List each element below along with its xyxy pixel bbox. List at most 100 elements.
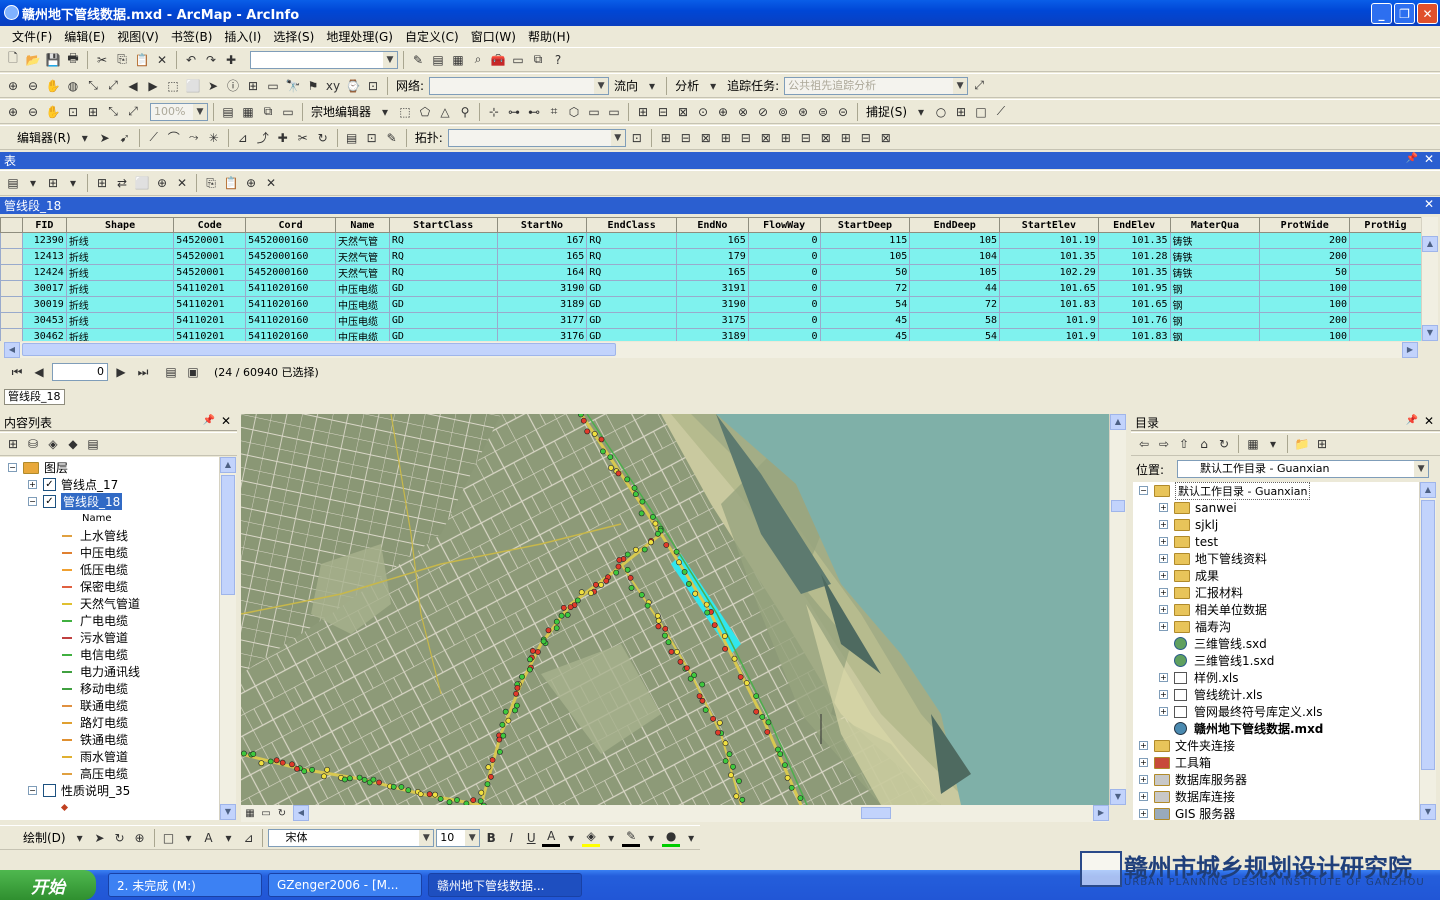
zoom-percent-combo[interactable]: 100% ▼ — [150, 102, 208, 121]
georef-6-icon[interactable]: ⊗ — [734, 103, 752, 121]
menu-view[interactable]: 视图(V) — [111, 28, 165, 45]
table-row[interactable]: 12413 折线 54520001 5452000160 天然气管 RQ 165 RQ 179 0… — [0, 248, 1422, 265]
table-cell[interactable]: 45 — [819, 328, 911, 341]
close-layer-table-icon[interactable]: ✕ — [1424, 197, 1434, 211]
straight-segment-icon[interactable]: ⟋ — [145, 129, 163, 147]
table-cell[interactable]: 5411020160 — [245, 280, 336, 297]
pipe-point-marker[interactable] — [470, 797, 477, 803]
row-header[interactable] — [0, 280, 23, 297]
table-cell[interactable]: 5452000160 — [245, 248, 336, 265]
topology-11-icon[interactable]: ⊞ — [837, 129, 855, 147]
topology-10-icon[interactable]: ⊠ — [817, 129, 835, 147]
pipe-point-marker[interactable] — [662, 625, 669, 632]
record-number-input[interactable]: 0 — [52, 363, 108, 381]
legend-item[interactable]: 广电电缆 — [0, 612, 220, 629]
pipe-point-marker[interactable] — [273, 757, 280, 764]
undo-icon[interactable]: ↶ — [182, 51, 200, 69]
expand-icon[interactable]: + — [1159, 707, 1168, 716]
table-cell[interactable] — [1349, 232, 1422, 249]
table-vertical-scrollbar[interactable]: ▲ ▼ — [1421, 217, 1438, 341]
topology-3-icon[interactable]: ⊟ — [677, 129, 695, 147]
pipe-point-marker[interactable] — [584, 428, 591, 435]
table-cell[interactable]: 3190 — [676, 296, 749, 313]
column-header[interactable]: StartElev — [999, 217, 1099, 233]
toc-options-icon[interactable]: ▤ — [84, 435, 102, 453]
editor-menu[interactable]: 编辑器(R) — [14, 129, 74, 146]
pipe-point-marker[interactable] — [437, 795, 444, 802]
line-color-dropdown-icon[interactable]: ▾ — [642, 829, 660, 847]
table-cell[interactable]: 101.83 — [999, 296, 1099, 313]
pipe-point-marker[interactable] — [289, 761, 295, 768]
scroll-up-icon[interactable]: ▲ — [1420, 482, 1436, 498]
fill-color-icon[interactable]: ◈ — [582, 829, 601, 847]
pipe-point-marker[interactable] — [502, 708, 509, 715]
time-slider-icon[interactable]: ⌚ — [344, 77, 362, 95]
table-cell[interactable]: RQ — [586, 232, 677, 249]
pipe-point-marker[interactable] — [370, 776, 377, 783]
table-cell[interactable]: 104 — [909, 248, 1001, 265]
pipe-point-marker[interactable] — [356, 774, 363, 781]
parcel-construct-icon[interactable]: △ — [436, 103, 454, 121]
table-cell[interactable]: 101.65 — [999, 280, 1099, 297]
expand-icon[interactable]: + — [1139, 792, 1148, 801]
georef-7-icon[interactable]: ⊘ — [754, 103, 772, 121]
pipe-point-marker[interactable] — [722, 758, 729, 764]
pipe-point-marker[interactable] — [534, 649, 541, 655]
select-elements-draw-icon[interactable]: ➤ — [91, 829, 109, 847]
catalog-item[interactable]: + 汇报材料 — [1133, 584, 1419, 601]
go-to-xy-icon[interactable]: xy — [324, 77, 342, 95]
catalog-close-icon[interactable]: ✕ — [1424, 414, 1434, 428]
viewer-icon[interactable]: ⊡ — [364, 77, 382, 95]
table-cell[interactable]: 72 — [819, 280, 911, 297]
underline-icon[interactable]: U — [522, 829, 540, 847]
toggle-contents-icon[interactable]: ⊞ — [1313, 435, 1331, 453]
pipe-point-marker[interactable] — [484, 781, 491, 788]
layout-zoom-in-icon[interactable]: ⊕ — [4, 103, 22, 121]
pipe-point-marker[interactable] — [652, 520, 659, 527]
pipe-point-marker[interactable] — [540, 638, 547, 645]
expand-icon[interactable]: + — [1139, 741, 1148, 750]
paste-table-icon[interactable]: 📋 — [222, 174, 240, 192]
pipe-point-marker[interactable] — [489, 757, 496, 763]
georef-2-icon[interactable]: ⊟ — [654, 103, 672, 121]
table-cell[interactable] — [1349, 280, 1422, 297]
pipe-point-marker[interactable] — [578, 414, 584, 418]
table-cell[interactable]: 101.9 — [999, 312, 1099, 329]
pipe-point-marker[interactable] — [598, 436, 605, 443]
point-icon[interactable]: ✳ — [205, 129, 223, 147]
pipe-point-marker[interactable] — [545, 627, 552, 634]
pipe-point-marker[interactable] — [731, 655, 738, 662]
pipe-point-marker[interactable] — [638, 591, 645, 598]
zoom-in-icon[interactable]: ⊕ — [4, 77, 22, 95]
pipe-point-marker[interactable] — [505, 717, 512, 724]
task-button-1[interactable]: 2. 未完成 (M:) — [108, 873, 262, 897]
pipe-point-marker[interactable] — [496, 736, 503, 743]
expand-icon[interactable]: + — [1159, 622, 1168, 631]
catalog-item[interactable]: + 地下管线资料 — [1133, 550, 1419, 567]
table-cell[interactable]: 折线 — [65, 280, 175, 297]
trace-task-combo[interactable]: 公共祖先追踪分析 ▼ — [784, 76, 969, 95]
table-cell[interactable]: 167 — [496, 232, 588, 249]
pipe-point-marker[interactable] — [603, 577, 610, 584]
table-cell[interactable]: 钢 — [1169, 328, 1261, 341]
menu-help[interactable]: 帮助(H) — [522, 28, 576, 45]
column-header[interactable]: ProtWide — [1259, 217, 1351, 233]
table-cell[interactable]: 54 — [909, 328, 1001, 341]
table-cell[interactable]: 101.19 — [999, 232, 1099, 249]
legend-item[interactable]: 电力通讯线 — [0, 663, 220, 680]
italic-icon[interactable]: I — [502, 829, 520, 847]
pipe-point-marker[interactable] — [560, 604, 567, 611]
catalog-item[interactable]: + 相关单位数据 — [1133, 601, 1419, 618]
pipe-point-marker[interactable] — [668, 648, 675, 655]
pipe-point-marker[interactable] — [250, 751, 257, 757]
table-cell[interactable]: 0 — [747, 312, 821, 329]
table-cell[interactable]: 100 — [1259, 280, 1351, 297]
table-cell[interactable]: 164 — [496, 264, 588, 281]
table-cell[interactable]: 0 — [747, 248, 821, 265]
pipe-point-marker[interactable] — [485, 764, 492, 771]
pipe-point-marker[interactable] — [681, 568, 688, 575]
full-extent-icon[interactable]: ◍ — [64, 77, 82, 95]
model-builder-icon[interactable]: ⧉ — [529, 51, 547, 69]
toc-scrollbar[interactable]: ▲ ▼ — [219, 457, 236, 820]
expand-icon[interactable]: + — [1159, 588, 1168, 597]
